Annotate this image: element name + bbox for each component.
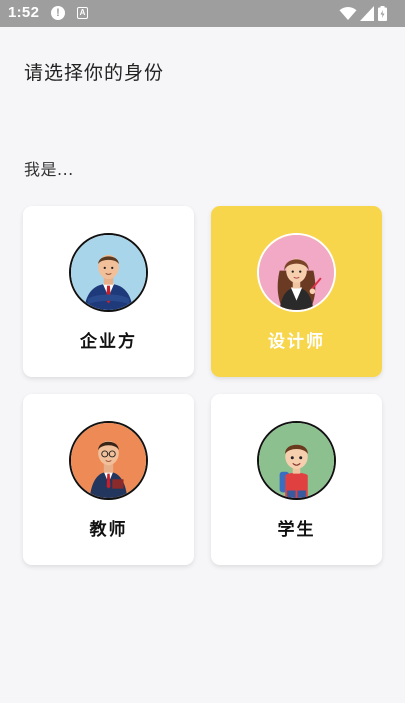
role-label-student: 学生	[277, 520, 316, 540]
alert-icon: !	[51, 6, 65, 20]
status-bar: 1:52 ! A	[0, 0, 405, 27]
student-avatar-icon	[257, 421, 336, 500]
battery-icon	[378, 6, 387, 21]
role-card-designer[interactable]: 设计师	[211, 206, 382, 377]
role-card-student[interactable]: 学生	[211, 394, 382, 565]
status-time: 1:52	[8, 4, 40, 21]
cellular-icon	[360, 6, 374, 21]
identity-prompt: 我是...	[24, 160, 74, 179]
businessman-avatar-icon	[69, 233, 148, 312]
page-title: 请选择你的身份	[24, 62, 165, 84]
status-icons	[339, 6, 395, 21]
wifi-icon	[339, 7, 357, 20]
role-label-enterprise: 企业方	[80, 332, 137, 352]
teacher-avatar-icon	[69, 421, 148, 500]
role-label-teacher: 教师	[89, 520, 128, 540]
role-card-enterprise[interactable]: 企业方	[23, 206, 194, 377]
role-label-designer: 设计师	[268, 332, 325, 352]
role-card-teacher[interactable]: 教师	[23, 394, 194, 565]
designer-avatar-icon	[257, 233, 336, 312]
a-notification-icon: A	[77, 7, 88, 19]
